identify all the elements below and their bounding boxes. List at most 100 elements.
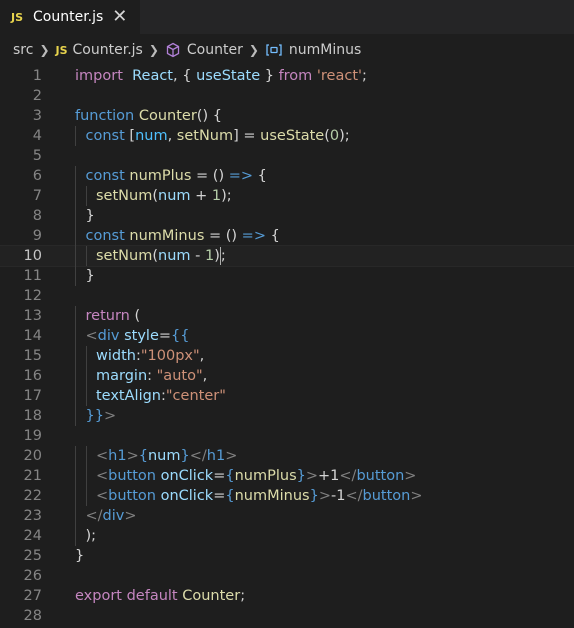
code-token: : [147, 368, 157, 384]
code-token: = [213, 488, 226, 504]
indent-guide [85, 346, 87, 366]
close-icon[interactable]: ✕ [112, 8, 127, 26]
indent-guide [85, 366, 87, 386]
code-line[interactable]: 28 [0, 606, 574, 626]
code-token: ] = [233, 128, 261, 144]
code-line[interactable]: 20 <h1>{num}</h1> [0, 446, 574, 466]
breadcrumb-component[interactable]: Counter [187, 42, 243, 58]
code-line[interactable]: 23 </div> [0, 506, 574, 526]
code-line[interactable]: 13 return ( [0, 306, 574, 326]
indent-guide [75, 526, 76, 546]
indent-guide [75, 166, 76, 186]
code-token: { [138, 448, 148, 464]
breadcrumb-folder[interactable]: src [13, 42, 33, 58]
line-number: 6 [32, 168, 42, 184]
code-token: > [404, 468, 417, 484]
code-token: 1 [211, 188, 222, 204]
code-line[interactable]: 12 [0, 286, 574, 306]
code-line[interactable]: 10 setNum(num - 1); [0, 245, 574, 267]
code-token: num [147, 448, 181, 464]
line-number: 11 [23, 268, 42, 284]
code-content: </div> [75, 506, 137, 526]
line-number: 27 [23, 588, 42, 604]
code-content: const numPlus = () => { [75, 166, 267, 186]
code-editor[interactable]: 1 import React, { useState } from 'react'… [0, 66, 574, 626]
line-number: 22 [23, 488, 42, 504]
code-token: < [85, 328, 98, 344]
code-line[interactable]: 25} [0, 546, 574, 566]
code-line[interactable]: 3 function Counter() { [0, 106, 574, 126]
code-token: }} [85, 408, 104, 424]
code-line[interactable]: 1 import React, { useState } from 'react'… [0, 66, 574, 86]
code-content: return ( [75, 306, 140, 326]
code-token: "auto" [156, 368, 203, 384]
code-line[interactable]: 16 margin: "auto", [0, 366, 574, 386]
line-number: 17 [23, 388, 42, 404]
code-content: import React, { useState } from 'react'; [75, 66, 367, 86]
code-line[interactable]: 15 width:"100px", [0, 346, 574, 366]
code-line[interactable]: 26 [0, 566, 574, 586]
breadcrumb-symbol[interactable]: numMinus [289, 42, 361, 58]
line-number: 15 [23, 348, 42, 364]
code-line[interactable]: 24); [0, 526, 574, 546]
code-line[interactable]: 19 [0, 426, 574, 446]
code-line[interactable]: 5 [0, 146, 574, 166]
code-token: numPlus [234, 468, 297, 484]
code-token: button [108, 488, 156, 504]
code-token: > [410, 488, 423, 504]
code-content: } [75, 546, 84, 566]
indent-guide [75, 246, 76, 266]
code-line[interactable]: 21 <button onClick={numPlus}>+1</button> [0, 466, 574, 486]
code-token: ; [362, 68, 367, 84]
code-token: - [190, 248, 205, 264]
indent-guide [75, 366, 76, 386]
code-line[interactable]: 4 const [num, setNum] = useState(0); [0, 126, 574, 146]
code-token: ( [129, 308, 141, 324]
code-content: setNum(num + 1); [75, 186, 232, 206]
code-line[interactable]: 17 textAlign:"center" [0, 386, 574, 406]
code-line[interactable]: 27 export default Counter; [0, 586, 574, 606]
code-token: num [135, 128, 168, 144]
code-content: setNum(num - 1); [75, 246, 226, 266]
tab-counter-js[interactable]: JS Counter.js ✕ [0, 0, 140, 34]
indent-guide [75, 446, 76, 466]
code-token: } [260, 68, 279, 84]
code-line[interactable]: 7 setNum(num + 1); [0, 186, 574, 206]
code-token: const [85, 128, 125, 144]
indent-guide [75, 386, 76, 406]
code-token: = () [191, 168, 229, 184]
code-token: "center" [165, 388, 226, 404]
code-line[interactable]: 2 [0, 86, 574, 106]
indent-guide [85, 386, 87, 406]
indent-guide [85, 486, 87, 506]
code-line[interactable]: 18}}> [0, 406, 574, 426]
code-content: <button onClick={numMinus}>-1</button> [75, 486, 422, 506]
code-line[interactable]: 6 const numPlus = () => { [0, 166, 574, 186]
code-token: export [75, 588, 122, 604]
code-token: h1 [206, 448, 226, 464]
code-token: 'react' [316, 68, 363, 84]
code-token: useState [196, 68, 261, 84]
code-line[interactable]: 11} [0, 266, 574, 286]
code-content: <div style={{ [75, 326, 189, 346]
code-line[interactable]: 14 <div style={{ [0, 326, 574, 346]
code-token: > [305, 468, 319, 484]
code-token: => [228, 168, 254, 184]
line-number: 26 [23, 568, 42, 584]
indent-guide [85, 446, 87, 466]
code-line[interactable]: 8} [0, 206, 574, 226]
code-content: <button onClick={numPlus}>+1</button> [75, 466, 416, 486]
breadcrumb-file[interactable]: Counter.js [73, 42, 143, 58]
code-line[interactable]: 22 <button onClick={numMinus}>-1</button> [0, 486, 574, 506]
code-token: } [75, 548, 85, 564]
line-number: 10 [23, 248, 42, 264]
line-number: 13 [23, 308, 42, 324]
code-token: () { [196, 108, 222, 124]
tab-bar: JS Counter.js ✕ [0, 0, 574, 34]
line-number: 18 [23, 408, 42, 424]
code-token: setNum [176, 128, 234, 144]
indent-guide [75, 506, 76, 526]
code-line[interactable]: 9 const numMinus = () => { [0, 226, 574, 246]
code-token: Counter [182, 588, 241, 604]
